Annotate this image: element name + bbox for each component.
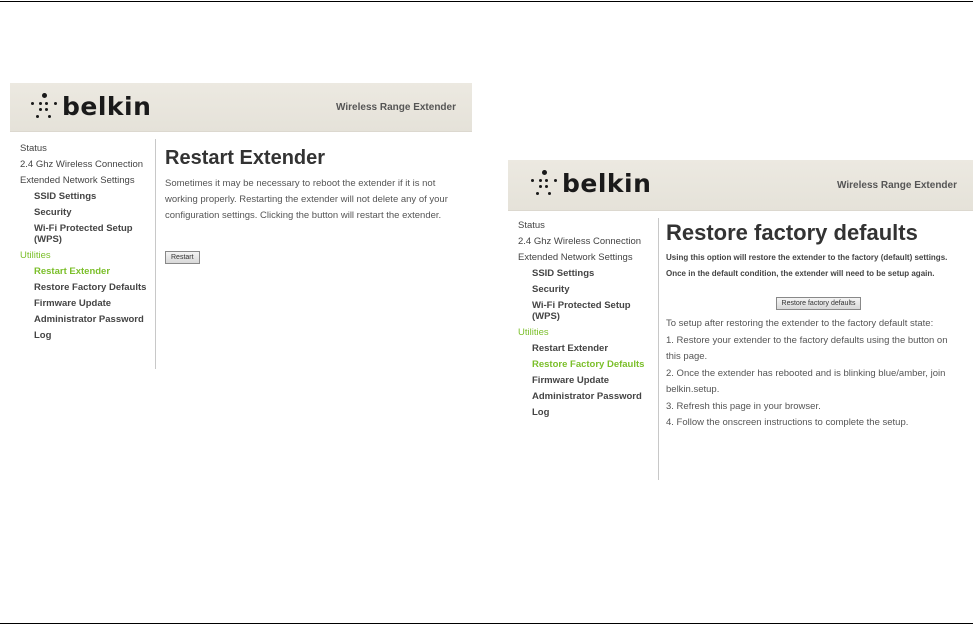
restart-description: Sometimes it may be necessary to reboot … bbox=[165, 178, 448, 221]
restore-warning: Using this option will restore the exten… bbox=[666, 250, 971, 282]
nav-security[interactable]: Security bbox=[10, 207, 146, 218]
nav-wps-line2: (WPS) bbox=[532, 311, 560, 322]
instruction-line: 4. Follow the onscreen instructions to c… bbox=[666, 417, 909, 428]
nav-log[interactable]: Log bbox=[508, 407, 644, 418]
nav-wps-line1: Wi-Fi Protected Setup bbox=[34, 223, 133, 234]
belkin-dots-icon bbox=[28, 91, 60, 121]
belkin-logo: belkin bbox=[28, 91, 151, 121]
restore-warning-line2: Once in the default condition, the exten… bbox=[666, 269, 935, 278]
instruction-line: 1. Restore your extender to the factory … bbox=[666, 334, 948, 346]
setup-instructions: To setup after restoring the extender to… bbox=[666, 316, 971, 432]
header-bar: belkin Wireless Range Extender bbox=[10, 83, 472, 132]
instruction-line: 2. Once the extender has rebooted and is… bbox=[666, 367, 946, 379]
belkin-logo: belkin bbox=[528, 168, 651, 198]
instruction-line: belkin.setup. bbox=[666, 384, 720, 395]
sidebar-divider bbox=[155, 139, 156, 369]
sidebar-nav: Status 2.4 Ghz Wireless Connection Exten… bbox=[508, 220, 644, 418]
nav-ssid-settings[interactable]: SSID Settings bbox=[508, 268, 644, 279]
product-name: Wireless Range Extender bbox=[336, 102, 456, 113]
nav-restart-extender[interactable]: Restart Extender bbox=[508, 343, 644, 354]
nav-wps-line2: (WPS) bbox=[34, 234, 62, 245]
nav-security[interactable]: Security bbox=[508, 284, 644, 295]
restart-button[interactable]: Restart bbox=[165, 251, 200, 264]
restore-warning-line1: Using this option will restore the exten… bbox=[666, 253, 948, 262]
page-title: Restart Extender bbox=[165, 147, 326, 169]
nav-status[interactable]: Status bbox=[10, 143, 146, 154]
main-content: Restore factory defaults Using this opti… bbox=[666, 220, 971, 432]
instruction-line: To setup after restoring the extender to… bbox=[666, 318, 934, 329]
sidebar-divider bbox=[658, 218, 659, 480]
nav-status[interactable]: Status bbox=[508, 220, 644, 231]
nav-firmware-update[interactable]: Firmware Update bbox=[10, 298, 146, 309]
nav-admin-password[interactable]: Administrator Password bbox=[508, 391, 644, 402]
sidebar-nav: Status 2.4 Ghz Wireless Connection Exten… bbox=[10, 135, 146, 341]
nav-firmware-update[interactable]: Firmware Update bbox=[508, 375, 644, 386]
nav-admin-password[interactable]: Administrator Password bbox=[10, 314, 146, 325]
bottom-rule bbox=[0, 623, 973, 624]
nav-extended-network[interactable]: Extended Network Settings bbox=[10, 175, 146, 186]
nav-restore-defaults[interactable]: Restore Factory Defaults bbox=[10, 282, 146, 293]
belkin-dots-icon bbox=[528, 168, 560, 198]
nav-utilities[interactable]: Utilities bbox=[508, 327, 644, 338]
logo-text: belkin bbox=[562, 168, 652, 198]
nav-log[interactable]: Log bbox=[10, 330, 146, 341]
top-rule bbox=[0, 1, 973, 2]
nav-wps[interactable]: Wi-Fi Protected Setup (WPS) bbox=[508, 300, 644, 322]
page-title: Restore factory defaults bbox=[666, 220, 918, 245]
nav-utilities[interactable]: Utilities bbox=[10, 250, 146, 261]
nav-wps-line1: Wi-Fi Protected Setup bbox=[532, 300, 631, 311]
restore-defaults-screenshot: belkin Wireless Range Extender Status 2.… bbox=[508, 160, 973, 480]
nav-wps[interactable]: Wi-Fi Protected Setup (WPS) bbox=[10, 223, 146, 245]
restart-extender-screenshot: belkin Wireless Range Extender Status 2.… bbox=[10, 83, 472, 373]
instruction-line: 3. Refresh this page in your browser. bbox=[666, 400, 821, 412]
nav-restart-extender[interactable]: Restart Extender bbox=[10, 266, 146, 277]
product-name: Wireless Range Extender bbox=[837, 180, 957, 191]
nav-restore-defaults[interactable]: Restore Factory Defaults bbox=[508, 359, 644, 370]
logo-text: belkin bbox=[62, 91, 152, 121]
instruction-line: this page. bbox=[666, 351, 708, 362]
header-bar: belkin Wireless Range Extender bbox=[508, 160, 973, 211]
nav-extended-network[interactable]: Extended Network Settings bbox=[508, 252, 644, 263]
nav-wireless-connection[interactable]: 2.4 Ghz Wireless Connection bbox=[508, 236, 644, 247]
nav-wireless-connection[interactable]: 2.4 Ghz Wireless Connection bbox=[10, 159, 146, 170]
restore-defaults-button[interactable]: Restore factory defaults bbox=[775, 297, 862, 310]
main-content: Restart Extender Sometimes it may be nec… bbox=[165, 147, 465, 264]
nav-ssid-settings[interactable]: SSID Settings bbox=[10, 191, 146, 202]
